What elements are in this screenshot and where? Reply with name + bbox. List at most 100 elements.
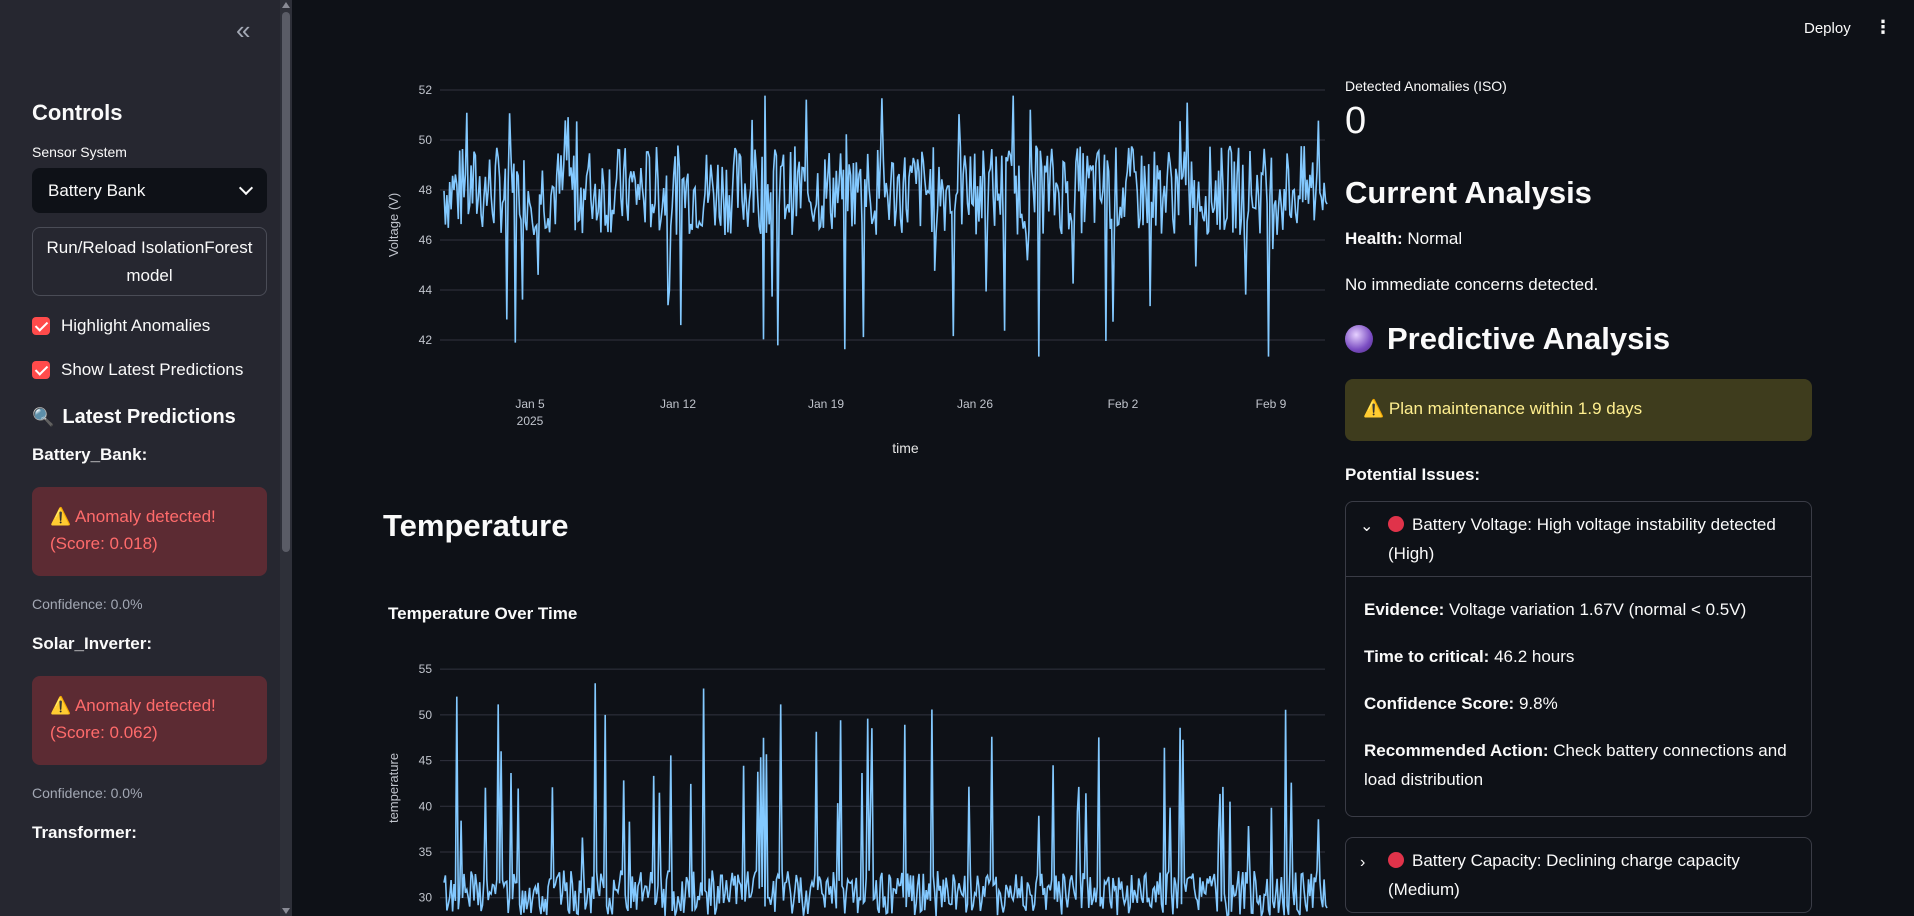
magnifier-icon: 🔍	[32, 407, 55, 427]
x-tick-label: Jan 19	[808, 397, 844, 411]
temperature-chart-title: Temperature Over Time	[388, 604, 578, 623]
ra-label: Recommended Action:	[1364, 741, 1549, 760]
cs-value: 9.8%	[1518, 694, 1558, 713]
x-tick-label: Jan 5	[515, 397, 545, 411]
x-tick-sublabel: 2025	[517, 414, 544, 428]
anomaly-alert: ⚠️ Anomaly detected! (Score: 0.062)	[32, 676, 267, 765]
show-latest-predictions-label: Show Latest Predictions	[61, 360, 244, 379]
issue-title: Battery Voltage: High voltage instabilit…	[1388, 510, 1797, 568]
crystal-ball-icon	[1345, 325, 1373, 353]
run-model-button[interactable]: Run/Reload IsolationForest model	[32, 227, 267, 296]
issue-title-text: Battery Voltage: High voltage instabilit…	[1388, 515, 1776, 563]
ttc-label: Time to critical:	[1364, 647, 1490, 666]
y-tick-label: 50	[419, 133, 433, 147]
red-circle-icon	[1388, 516, 1404, 532]
scrollbar-thumb[interactable]	[282, 12, 290, 552]
series-line	[443, 683, 1328, 916]
y-tick-label: 40	[419, 799, 433, 813]
time-to-critical-line: Time to critical: 46.2 hours	[1364, 642, 1793, 671]
sidebar: « Controls Sensor System Battery Bank Ru…	[0, 0, 292, 916]
x-tick-label: Jan 12	[660, 397, 696, 411]
potential-issues-label: Potential Issues:	[1345, 465, 1481, 484]
latest-predictions-heading: 🔍 Latest Predictions	[32, 406, 267, 429]
health-label: Health:	[1345, 229, 1403, 248]
alert-score: (Score: 0.062)	[50, 723, 158, 742]
show-latest-predictions-checkbox[interactable]: Show Latest Predictions	[32, 358, 267, 382]
issue-expander[interactable]: › Battery Capacity: Declining charge cap…	[1345, 837, 1812, 913]
health-value: Normal	[1407, 229, 1463, 248]
issue-expander-header[interactable]: ⌄ Battery Voltage: High voltage instabil…	[1346, 502, 1811, 576]
chevron-down-icon[interactable]: ⌄	[1360, 510, 1388, 568]
chevron-right-icon[interactable]: ›	[1360, 846, 1388, 904]
checkbox-checked-icon[interactable]	[32, 361, 50, 379]
issue-title: Battery Capacity: Declining charge capac…	[1388, 846, 1797, 904]
y-tick-label: 48	[419, 183, 433, 197]
alert-score: (Score: 0.018)	[50, 534, 158, 553]
evidence-label: Evidence:	[1364, 600, 1445, 619]
issue-expander-header[interactable]: › Battery Capacity: Declining charge cap…	[1346, 838, 1811, 912]
latest-predictions-title: Latest Predictions	[62, 406, 236, 428]
recommended-action-line: Recommended Action: Check battery connec…	[1364, 736, 1793, 794]
issue-details: Evidence: Voltage variation 1.67V (norma…	[1346, 576, 1811, 816]
sensor-system-value: Battery Bank	[48, 180, 146, 200]
current-analysis-title: Current Analysis	[1345, 175, 1592, 210]
collapse-sidebar-icon[interactable]: «	[236, 17, 250, 43]
no-concerns-text: No immediate concerns detected.	[1345, 275, 1599, 294]
confidence-text: Confidence: 0.0%	[32, 785, 143, 801]
series-line	[443, 95, 1328, 357]
main-menu-icon[interactable]: ⋮	[1874, 18, 1892, 36]
y-tick-label: 30	[419, 891, 433, 905]
sidebar-title: Controls	[32, 100, 123, 125]
y-tick-label: 44	[419, 283, 433, 297]
alert-line: ⚠️ Anomaly detected!	[50, 696, 216, 715]
ttc-value: 46.2 hours	[1494, 647, 1575, 666]
checkbox-checked-icon[interactable]	[32, 317, 50, 335]
confidence-text: Confidence: 0.0%	[32, 596, 143, 612]
predictive-analysis-title: Predictive Analysis	[1387, 321, 1671, 356]
y-axis-label: temperature	[386, 753, 401, 823]
analysis-panel: Detected Anomalies (ISO) 0 Current Analy…	[1345, 78, 1812, 916]
highlight-anomalies-checkbox[interactable]: Highlight Anomalies	[32, 314, 267, 338]
y-tick-label: 42	[419, 333, 433, 347]
scroll-up-icon[interactable]	[282, 2, 290, 8]
app-root: « Controls Sensor System Battery Bank Ru…	[0, 0, 1914, 916]
y-tick-label: 50	[419, 708, 433, 722]
highlight-anomalies-label: Highlight Anomalies	[61, 316, 211, 335]
x-tick-label: Feb 2	[1108, 397, 1139, 411]
deploy-button[interactable]: Deploy	[1804, 20, 1851, 37]
evidence-line: Evidence: Voltage variation 1.67V (norma…	[1364, 595, 1793, 624]
temperature-section-title: Temperature	[383, 508, 569, 543]
metric-label: Detected Anomalies (ISO)	[1345, 78, 1507, 94]
y-tick-label: 35	[419, 845, 433, 859]
sensor-system-select[interactable]: Battery Bank	[32, 168, 267, 213]
red-circle-icon	[1388, 852, 1404, 868]
chevron-down-icon	[238, 180, 254, 196]
health-line: Health: Normal	[1345, 229, 1812, 249]
cs-label: Confidence Score:	[1364, 694, 1515, 713]
x-axis-label: time	[892, 440, 919, 456]
issue-expander[interactable]: ⌄ Battery Voltage: High voltage instabil…	[1345, 501, 1812, 817]
sidebar-scrollbar[interactable]	[280, 0, 292, 916]
prediction-name: Solar_Inverter:	[32, 634, 152, 653]
temperature-chart: 30 35 40 45 50 55 temperature	[386, 662, 1328, 916]
y-tick-label: 52	[419, 83, 433, 97]
confidence-score-line: Confidence Score: 9.8%	[1364, 689, 1793, 718]
alert-line: ⚠️ Anomaly detected!	[50, 507, 216, 526]
y-tick-label: 46	[419, 233, 433, 247]
x-tick-label: Jan 26	[957, 397, 993, 411]
scroll-down-icon[interactable]	[282, 908, 290, 914]
anomaly-alert: ⚠️ Anomaly detected! (Score: 0.018)	[32, 487, 267, 576]
y-axis-label: Voltage (V)	[386, 193, 401, 257]
issue-title-text: Battery Capacity: Declining charge capac…	[1388, 851, 1740, 899]
y-tick-label: 45	[419, 754, 433, 768]
maintenance-warning: ⚠️ Plan maintenance within 1.9 days	[1345, 379, 1812, 441]
voltage-chart: 42 44 46 48 50 52 Voltage (V) Jan 5 Jan 12 Jan 19…	[386, 83, 1328, 456]
evidence-value: Voltage variation 1.67V (normal < 0.5V)	[1449, 600, 1747, 619]
prediction-name: Battery_Bank:	[32, 445, 148, 464]
prediction-name: Transformer:	[32, 823, 137, 842]
metric-value: 0	[1345, 100, 1367, 142]
x-tick-label: Feb 9	[1256, 397, 1287, 411]
sensor-system-label: Sensor System	[32, 144, 127, 160]
predictive-analysis-heading: Predictive Analysis	[1345, 321, 1812, 357]
y-tick-label: 55	[419, 662, 433, 676]
